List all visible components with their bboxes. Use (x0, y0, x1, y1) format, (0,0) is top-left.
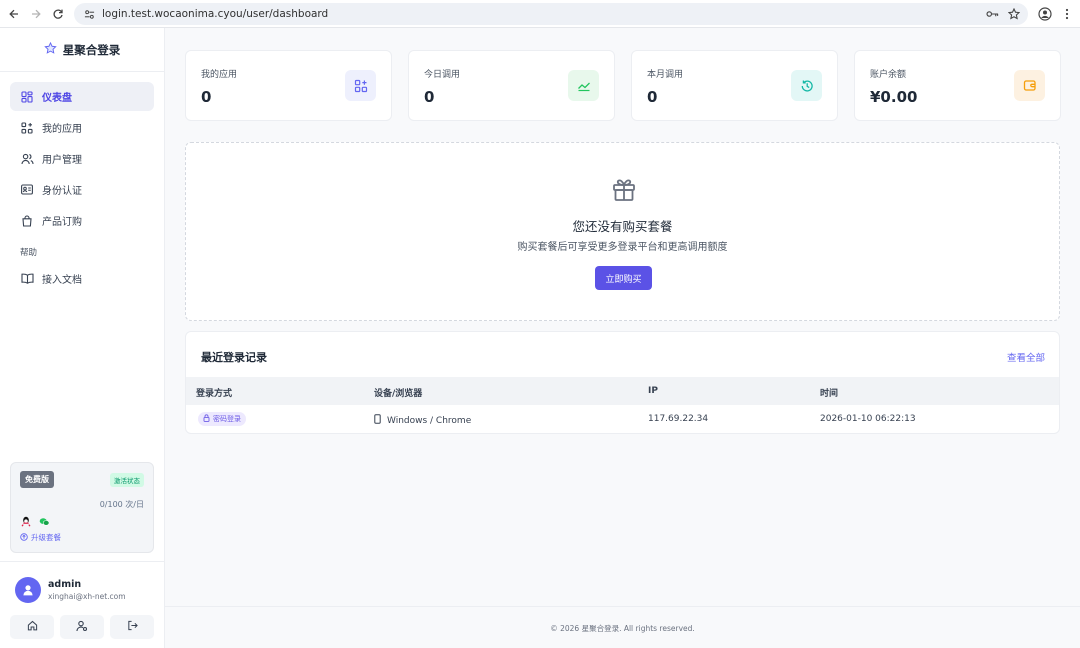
plan-status-badge: 激活状态 (110, 472, 144, 487)
users-icon (20, 152, 34, 166)
star-logo-icon (44, 41, 57, 58)
device-cell: Windows / Chrome (374, 414, 471, 427)
url-text[interactable]: login.test.wocaonima.cyou/user/dashboard (102, 8, 328, 20)
profile-icon[interactable] (1036, 5, 1054, 23)
stat-value: 0 (424, 88, 435, 106)
stat-value: ¥0.00 (870, 88, 918, 106)
stat-label: 本月调用 (647, 70, 684, 80)
upgrade-plan-label: 升级套餐 (31, 533, 61, 542)
device-label: Windows / Chrome (387, 415, 472, 426)
home-icon (27, 620, 38, 634)
user-profile-area: admin xinghai@xh-net.com (0, 561, 164, 648)
promo-subtitle: 购买套餐后可享受更多登录平台和更高调用额度 (517, 242, 728, 253)
column-header: 登录方式 (196, 389, 233, 399)
sidebar-item-label: 用户管理 (42, 155, 82, 166)
browser-toolbar: login.test.wocaonima.cyou/user/dashboard (0, 0, 1080, 28)
footer: © 2026 星聚合登录. All rights reserved. (165, 606, 1080, 648)
help-group-label: 帮助 (20, 248, 38, 258)
sidebar: 星聚合登录 仪表盘 我的应用 用户管理 身份认证 产品订购 帮助 接入文档 免费… (0, 28, 165, 648)
brand-name: 星聚合登录 (62, 42, 121, 57)
sidebar-item-identity-auth[interactable]: 身份认证 (10, 175, 154, 204)
qq-icon (20, 516, 31, 527)
column-header: IP (648, 386, 658, 396)
user-email: xinghai@xh-net.com (48, 592, 126, 601)
view-all-link[interactable]: 查看全部 (1007, 350, 1045, 364)
user-actions (10, 615, 154, 639)
book-icon (20, 272, 34, 286)
logout-button[interactable] (110, 615, 154, 639)
logout-icon (127, 620, 138, 634)
id-card-icon (20, 183, 34, 197)
history-icon (791, 70, 822, 101)
site-info-icon[interactable] (82, 7, 96, 21)
stat-card-my-apps[interactable]: 我的应用 0 (185, 50, 392, 121)
main-content: 我的应用 0 今日调用 0 本月调用 0 账户余额 ¥0.00 您还没有购买套餐… (165, 28, 1080, 648)
stat-label: 我的应用 (201, 70, 238, 80)
sidebar-item-user-management[interactable]: 用户管理 (10, 144, 154, 173)
wallet-icon (1014, 70, 1045, 101)
stat-value: 0 (201, 88, 212, 106)
user-name: admin (48, 579, 82, 590)
browser-menu-icon[interactable] (1060, 5, 1074, 23)
purchase-promo: 您还没有购买套餐 购买套餐后可享受更多登录平台和更高调用额度 立即购买 (185, 142, 1060, 321)
recent-logins-card: 最近登录记录 查看全部 登录方式 设备/浏览器 IP 时间 密码登录 Windo… (185, 331, 1060, 434)
sidebar-item-my-apps[interactable]: 我的应用 (10, 113, 154, 142)
dashboard-icon (20, 90, 34, 104)
sidebar-item-label: 产品订购 (42, 217, 82, 228)
sidebar-item-label: 仪表盘 (42, 93, 72, 104)
stat-label: 今日调用 (424, 70, 461, 80)
login-method-tag: 密码登录 (198, 412, 246, 426)
wechat-icon (39, 516, 50, 527)
stat-card-month-calls[interactable]: 本月调用 0 (631, 50, 838, 121)
sidebar-item-dashboard[interactable]: 仪表盘 (10, 82, 154, 111)
sidebar-item-docs[interactable]: 接入文档 (10, 264, 154, 293)
apps-add-icon (345, 70, 376, 101)
home-button[interactable] (10, 615, 54, 639)
upgrade-plan-link[interactable]: 升级套餐 (20, 532, 144, 543)
user-settings-icon (76, 620, 88, 635)
sidebar-menu: 仪表盘 我的应用 用户管理 身份认证 产品订购 帮助 接入文档 (0, 72, 164, 293)
buy-now-button[interactable]: 立即购买 (595, 266, 652, 290)
sidebar-item-label: 我的应用 (42, 124, 82, 135)
forward-icon[interactable] (25, 3, 47, 25)
stat-card-balance[interactable]: 账户余额 ¥0.00 (854, 50, 1061, 121)
brand[interactable]: 星聚合登录 (0, 28, 164, 72)
table-header: 登录方式 设备/浏览器 IP 时间 (186, 377, 1059, 405)
upgrade-icon (20, 532, 28, 543)
password-key-icon[interactable] (984, 6, 1000, 22)
back-icon[interactable] (3, 3, 25, 25)
shopping-bag-icon (20, 214, 34, 228)
plan-usage: 0/100 次/日 (99, 500, 144, 509)
stat-card-today-calls[interactable]: 今日调用 0 (408, 50, 615, 121)
table-row: 密码登录 Windows / Chrome 117.69.22.34 2026-… (186, 405, 1059, 433)
ip-cell: 117.69.22.34 (648, 414, 709, 424)
stat-label: 账户余额 (870, 70, 907, 80)
sidebar-item-label: 接入文档 (42, 275, 82, 286)
avatar[interactable] (15, 577, 41, 603)
lock-icon (203, 414, 210, 424)
time-cell: 2026-01-10 06:22:13 (820, 414, 916, 424)
login-method-label: 密码登录 (213, 415, 241, 423)
gift-icon (610, 175, 638, 203)
plan-card: 免费版 激活状态 0/100 次/日 升级套餐 (10, 462, 154, 553)
column-header: 设备/浏览器 (374, 389, 423, 399)
reload-icon[interactable] (47, 3, 69, 25)
apps-icon (20, 121, 34, 135)
sidebar-item-product-order[interactable]: 产品订购 (10, 206, 154, 235)
trend-line-icon (568, 70, 599, 101)
address-bar[interactable]: login.test.wocaonima.cyou/user/dashboard (74, 3, 1028, 25)
stat-value: 0 (647, 88, 658, 106)
account-settings-button[interactable] (60, 615, 104, 639)
plan-name-badge: 免费版 (20, 471, 54, 488)
sidebar-item-label: 身份认证 (42, 186, 82, 197)
device-icon (374, 414, 381, 427)
bookmark-star-icon[interactable] (1006, 6, 1022, 22)
recent-logins-title: 最近登录记录 (201, 351, 267, 364)
promo-title: 您还没有购买套餐 (572, 219, 673, 234)
column-header: 时间 (820, 389, 839, 399)
